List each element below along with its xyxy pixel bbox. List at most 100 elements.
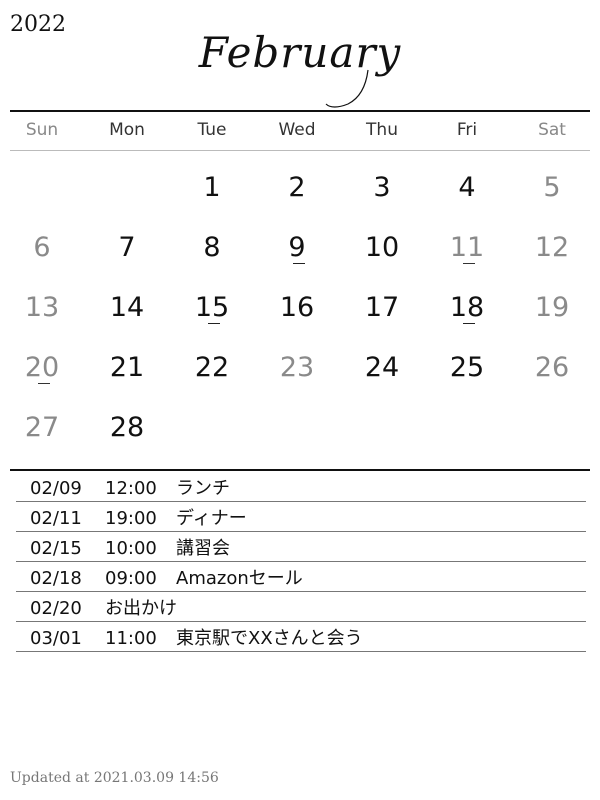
event-title: 東京駅でXXさんと会う: [176, 628, 363, 649]
day-cell-12[interactable]: 12: [509, 220, 595, 280]
day-number: 19: [534, 292, 570, 323]
event-date: 02/20: [30, 598, 82, 619]
day-number: 5: [543, 172, 561, 203]
day-number: 20: [24, 352, 60, 383]
day-number: 12: [534, 232, 570, 263]
event-title: ディナー: [176, 508, 247, 529]
event-marker: [293, 263, 305, 264]
day-number: 10: [364, 232, 400, 263]
day-number: 22: [194, 352, 230, 383]
event-title: ランチ: [176, 478, 230, 499]
day-cell-28[interactable]: 28: [84, 400, 170, 460]
event-time: 19:00: [105, 508, 157, 529]
day-cell-11[interactable]: 11: [424, 220, 510, 280]
day-cell-7[interactable]: 7: [84, 220, 170, 280]
day-cell-18[interactable]: 18: [424, 280, 510, 340]
event-list: 02/09 12:00 ランチ 02/11 19:00 ディナー 02/15 10:00 講習会…: [16, 472, 586, 652]
day-cell-3[interactable]: 3: [339, 160, 425, 220]
day-cell-4[interactable]: 4: [424, 160, 510, 220]
day-cell-27[interactable]: 27: [0, 400, 85, 460]
day-cell-9[interactable]: 9: [254, 220, 340, 280]
weekday-sat: Sat: [538, 120, 566, 140]
day-cell-13[interactable]: 13: [0, 280, 85, 340]
day-number: 4: [458, 172, 476, 203]
event-time: 12:00: [105, 478, 157, 499]
weekday-tue: Tue: [197, 120, 227, 140]
month-swash-flourish: [325, 69, 369, 108]
updated-timestamp: Updated at 2021.03.09 14:56: [10, 770, 219, 786]
day-cell-20[interactable]: 20: [0, 340, 85, 400]
day-cell-8[interactable]: 8: [169, 220, 255, 280]
day-cell-10[interactable]: 10: [339, 220, 425, 280]
event-row[interactable]: 02/15 10:00 講習会: [16, 532, 586, 562]
day-number: 25: [449, 352, 485, 383]
event-marker: [38, 383, 50, 384]
event-date: 03/01: [30, 628, 82, 649]
day-number: 13: [24, 292, 60, 323]
day-cell-24[interactable]: 24: [339, 340, 425, 400]
month-title: February: [198, 28, 402, 77]
day-cell-16[interactable]: 16: [254, 280, 340, 340]
day-number: 9: [288, 232, 306, 263]
weekday-mon: Mon: [109, 120, 145, 140]
day-number: 18: [449, 292, 485, 323]
event-marker: [463, 323, 475, 324]
event-time: 11:00: [105, 628, 157, 649]
weekday-header: Sun Mon Tue Wed Thu Fri Sat: [0, 120, 600, 144]
event-row[interactable]: 02/11 19:00 ディナー: [16, 502, 586, 532]
day-number: 6: [33, 232, 51, 263]
event-row[interactable]: 02/20 お出かけ: [16, 592, 586, 622]
day-cell-26[interactable]: 26: [509, 340, 595, 400]
day-number: 8: [203, 232, 221, 263]
day-cell-6[interactable]: 6: [0, 220, 85, 280]
event-title: お出かけ: [105, 598, 177, 619]
day-number: 7: [118, 232, 136, 263]
day-number: 2: [288, 172, 306, 203]
event-marker: [208, 323, 220, 324]
day-number: 26: [534, 352, 570, 383]
day-number: 24: [364, 352, 400, 383]
day-cell-17[interactable]: 17: [339, 280, 425, 340]
day-cell-5[interactable]: 5: [509, 160, 595, 220]
day-number: 3: [373, 172, 391, 203]
event-date: 02/09: [30, 478, 82, 499]
day-cell-2[interactable]: 2: [254, 160, 340, 220]
day-grid: 1 2 3 4 5 6 7 8 9 10 11 12 13 14 15 16 17 18 19 20 21 22 23 24 2…: [0, 160, 600, 460]
event-row[interactable]: 03/01 11:00 東京駅でXXさんと会う: [16, 622, 586, 652]
weekday-wed: Wed: [278, 120, 316, 140]
weekday-fri: Fri: [456, 120, 478, 140]
header-divider: [10, 110, 590, 112]
day-number: 23: [279, 352, 315, 383]
day-number: 21: [109, 352, 145, 383]
day-cell-14[interactable]: 14: [84, 280, 170, 340]
weekday-thu: Thu: [366, 120, 398, 140]
day-number: 1: [203, 172, 221, 203]
weekday-sun: Sun: [25, 120, 59, 140]
event-date: 02/15: [30, 538, 82, 559]
day-cell-1[interactable]: 1: [169, 160, 255, 220]
day-number: 28: [109, 412, 145, 443]
event-date: 02/18: [30, 568, 82, 589]
event-date: 02/11: [30, 508, 82, 529]
day-number: 11: [449, 232, 485, 263]
event-title: Amazonセール: [176, 568, 303, 589]
event-marker: [463, 263, 475, 264]
day-number: 14: [109, 292, 145, 323]
events-divider: [10, 469, 590, 471]
day-number: 17: [364, 292, 400, 323]
day-number: 16: [279, 292, 315, 323]
event-title: 講習会: [176, 538, 230, 559]
event-row[interactable]: 02/18 09:00 Amazonセール: [16, 562, 586, 592]
day-cell-25[interactable]: 25: [424, 340, 510, 400]
day-cell-22[interactable]: 22: [169, 340, 255, 400]
day-cell-21[interactable]: 21: [84, 340, 170, 400]
day-number: 27: [24, 412, 60, 443]
day-cell-19[interactable]: 19: [509, 280, 595, 340]
event-row[interactable]: 02/09 12:00 ランチ: [16, 472, 586, 502]
day-cell-23[interactable]: 23: [254, 340, 340, 400]
weekday-divider: [10, 150, 590, 151]
event-time: 10:00: [105, 538, 157, 559]
event-time: 09:00: [105, 568, 157, 589]
day-cell-15[interactable]: 15: [169, 280, 255, 340]
day-number: 15: [194, 292, 230, 323]
